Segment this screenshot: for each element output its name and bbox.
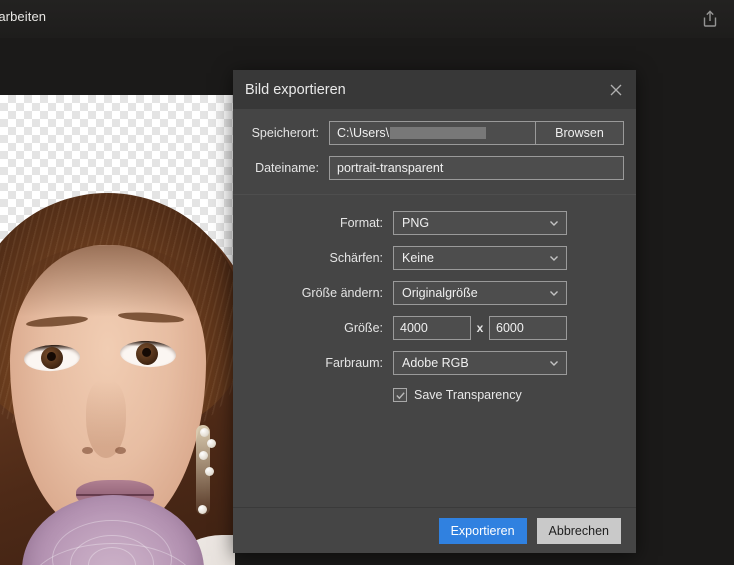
- pearl: [207, 439, 216, 448]
- size-height-input[interactable]: 6000: [489, 316, 567, 340]
- dialog-options-section: Format: PNG Schärfen: Keine Größe ändern…: [233, 195, 636, 402]
- row-format: Format: PNG: [245, 211, 624, 235]
- row-colorspace: Farbraum: Adobe RGB: [245, 351, 624, 375]
- image-preview-transparent[interactable]: @h@design.eu: [0, 95, 235, 565]
- sharpen-label: Schärfen:: [329, 251, 383, 265]
- cancel-button[interactable]: Abbrechen: [536, 517, 621, 544]
- app-root: earbeiten: [0, 0, 734, 565]
- save-transparency-label: Save Transparency: [414, 388, 522, 402]
- export-dialog: Bild exportieren Speicherort: C:\Users\ …: [233, 70, 636, 553]
- format-label: Format:: [339, 216, 383, 230]
- dialog-title: Bild exportieren: [245, 81, 346, 98]
- sharpen-select[interactable]: Keine: [393, 246, 567, 270]
- location-label: Speicherort:: [251, 126, 319, 140]
- format-value: PNG: [402, 216, 430, 230]
- format-select[interactable]: PNG: [393, 211, 567, 235]
- row-size: Größe: 4000 x 6000: [245, 316, 624, 340]
- nostril-right: [115, 447, 126, 454]
- location-input[interactable]: C:\Users\: [330, 122, 535, 144]
- row-resize: Größe ändern: Originalgröße: [245, 281, 624, 305]
- pearl: [198, 505, 207, 514]
- pearl: [200, 428, 209, 437]
- chevron-down-icon: [548, 217, 560, 229]
- colorspace-value: Adobe RGB: [402, 356, 469, 370]
- row-save-transparency: Save Transparency: [245, 388, 624, 402]
- location-field-group: C:\Users\ Browsen: [329, 121, 624, 145]
- size-width-input[interactable]: 4000: [393, 316, 471, 340]
- app-topbar: earbeiten: [0, 0, 734, 38]
- filename-label: Dateiname:: [255, 161, 319, 175]
- row-filename: Dateiname: portrait-transparent: [245, 156, 624, 180]
- colorspace-label: Farbraum:: [325, 356, 383, 370]
- redaction-bar: [390, 127, 487, 139]
- browse-button[interactable]: Browsen: [535, 122, 623, 144]
- colorspace-select[interactable]: Adobe RGB: [393, 351, 567, 375]
- size-separator: x: [476, 321, 484, 335]
- resize-value: Originalgröße: [402, 286, 478, 300]
- chevron-down-icon: [548, 252, 560, 264]
- dialog-footer: Exportieren Abbrechen: [233, 507, 636, 553]
- export-button[interactable]: Exportieren: [438, 517, 527, 544]
- share-export-icon[interactable]: [699, 8, 721, 30]
- menu-item-bearbeiten[interactable]: earbeiten: [0, 9, 46, 24]
- resize-select[interactable]: Originalgröße: [393, 281, 567, 305]
- pearl: [199, 451, 208, 460]
- resize-label: Größe ändern:: [301, 286, 383, 300]
- chevron-down-icon: [548, 357, 560, 369]
- portrait-image: [0, 95, 235, 565]
- sharpen-value: Keine: [402, 251, 434, 265]
- chevron-down-icon: [548, 287, 560, 299]
- checkmark-icon: [395, 391, 405, 399]
- size-label: Größe:: [344, 321, 383, 335]
- save-transparency-checkbox[interactable]: [393, 388, 407, 402]
- row-location: Speicherort: C:\Users\ Browsen: [245, 121, 624, 145]
- row-sharpen: Schärfen: Keine: [245, 246, 624, 270]
- filename-input[interactable]: portrait-transparent: [329, 156, 624, 180]
- close-icon[interactable]: [604, 78, 628, 102]
- location-value: C:\Users\: [337, 126, 390, 140]
- dialog-path-section: Speicherort: C:\Users\ Browsen Dateiname…: [233, 109, 636, 194]
- pearl: [205, 467, 214, 476]
- dialog-titlebar[interactable]: Bild exportieren: [233, 70, 636, 109]
- nostril-left: [82, 447, 93, 454]
